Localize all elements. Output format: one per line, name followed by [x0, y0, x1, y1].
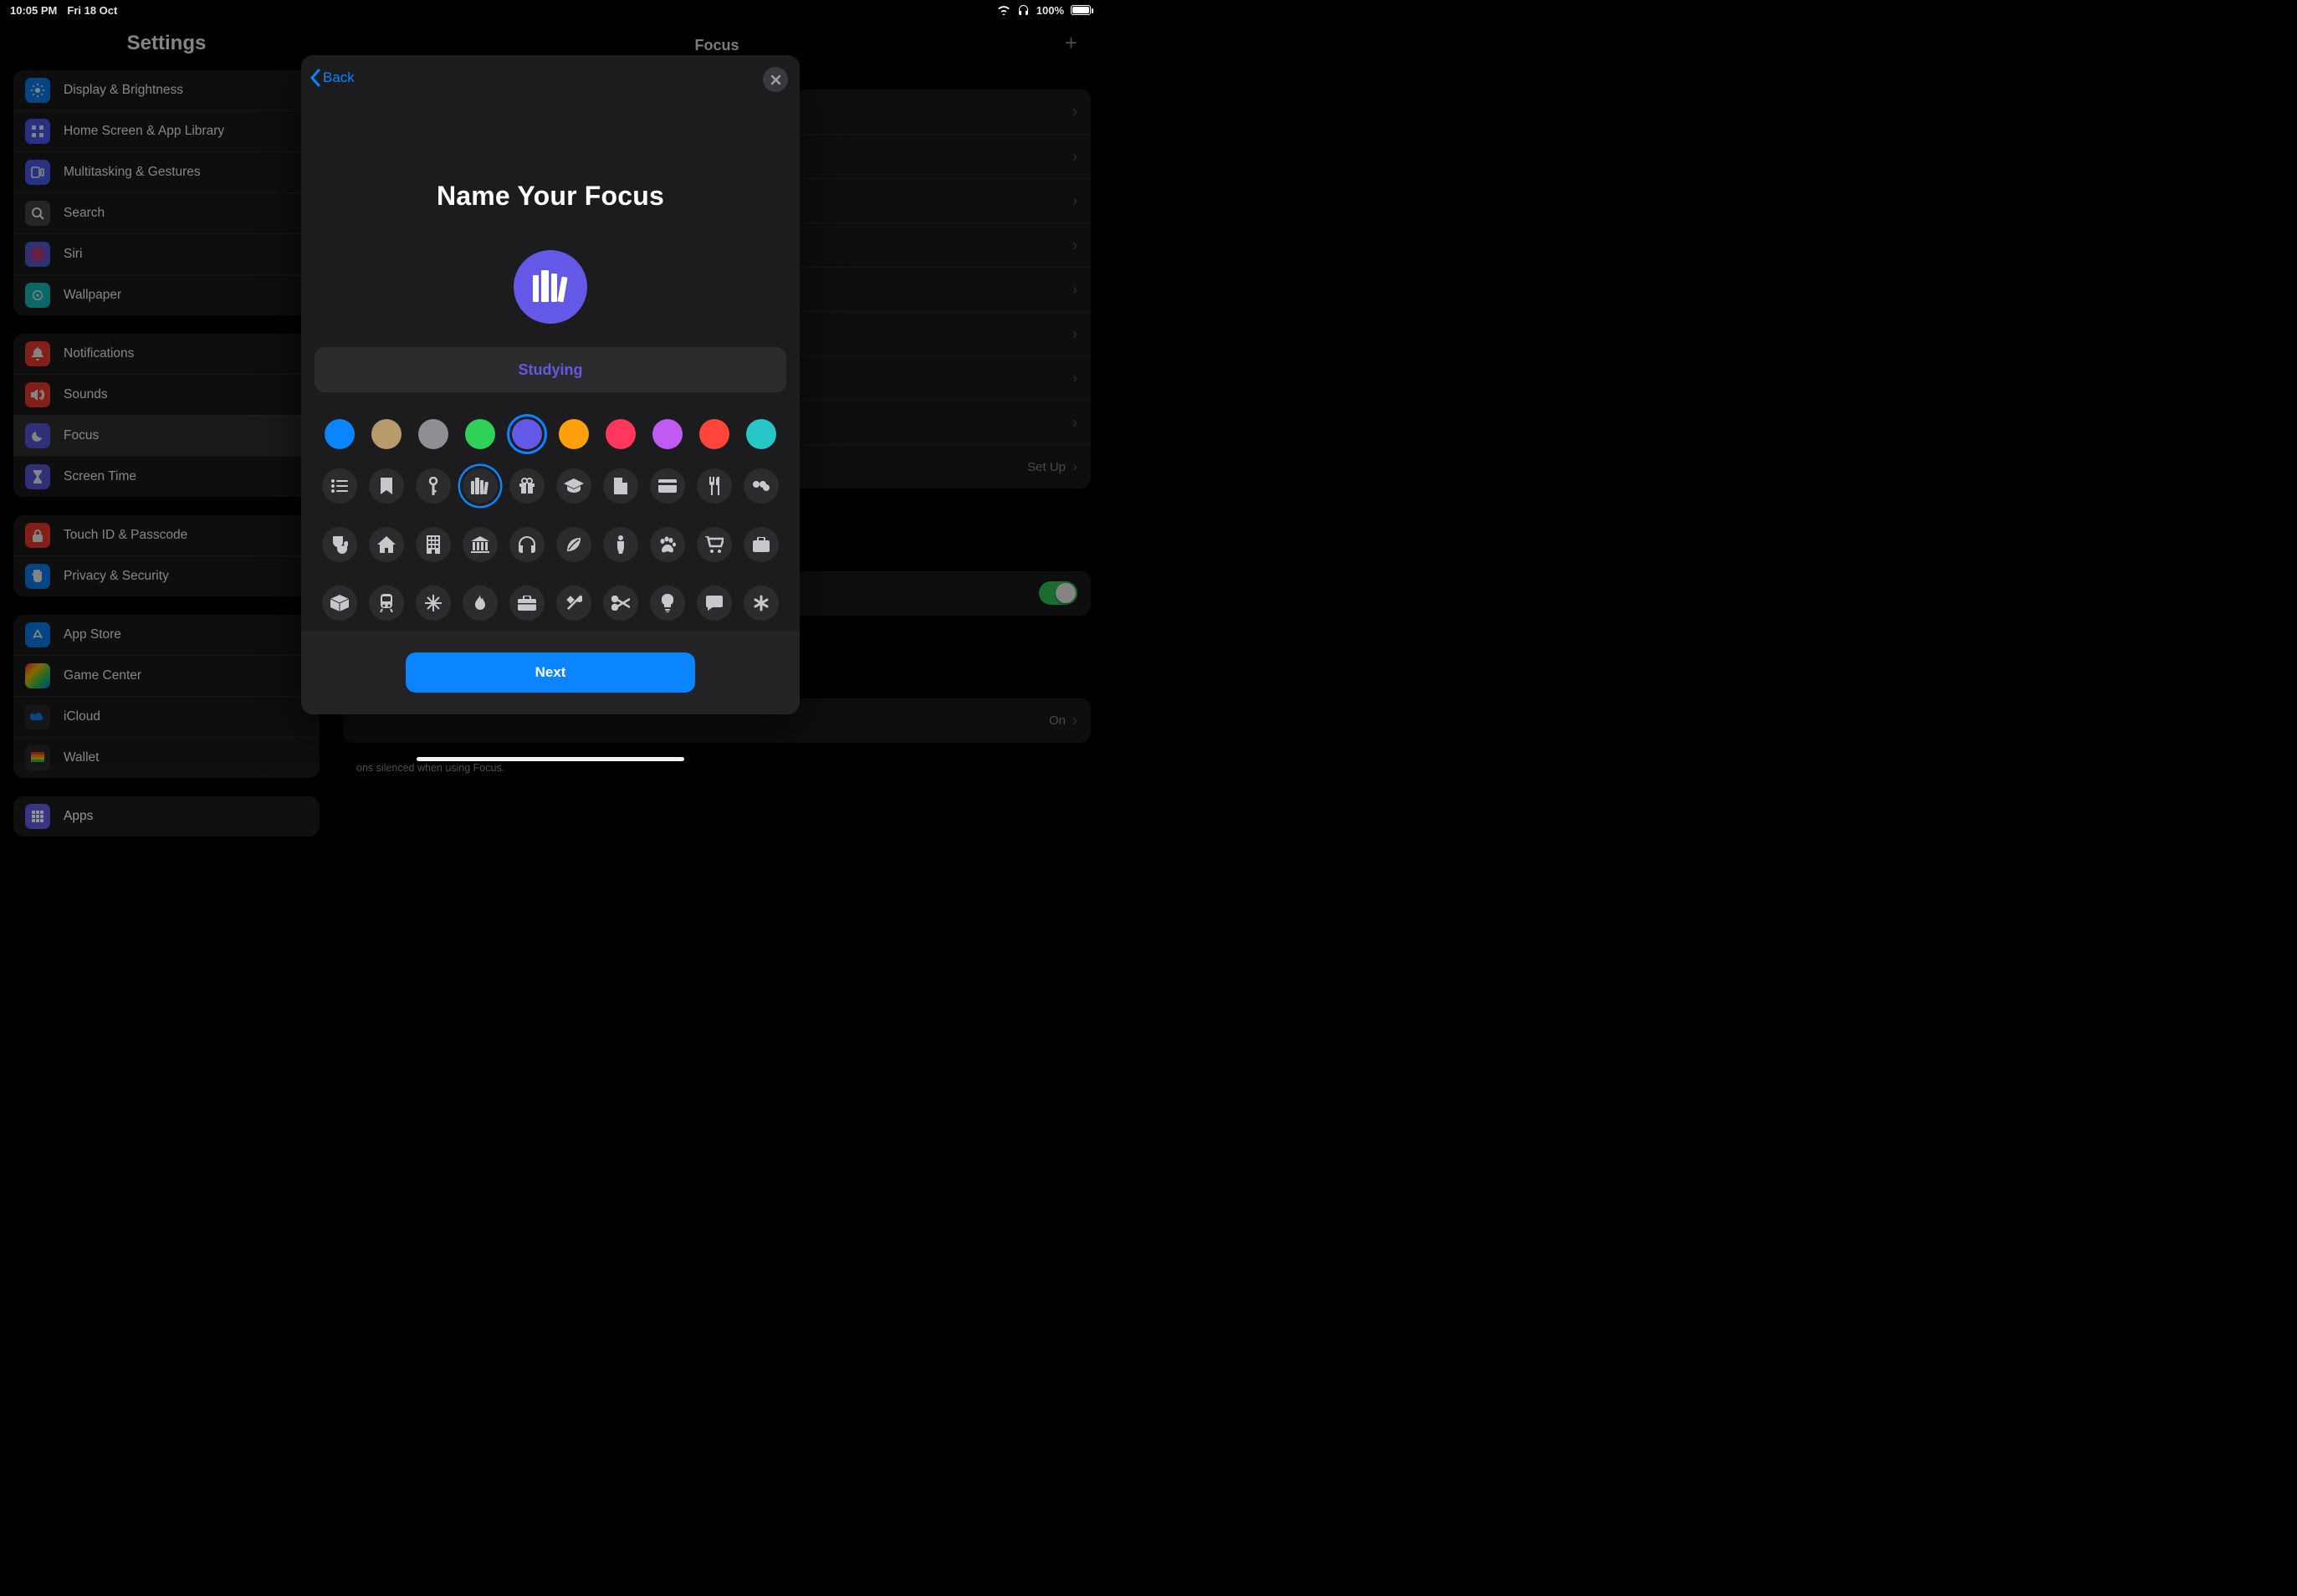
credit-card-icon-option[interactable]	[650, 468, 685, 504]
tools-icon-option[interactable]	[556, 586, 591, 621]
books-icon	[531, 269, 570, 305]
person-icon-option[interactable]	[603, 527, 638, 562]
color-swatch[interactable]	[746, 419, 776, 449]
stethoscope-icon-option[interactable]	[322, 527, 357, 562]
chevron-left-icon	[310, 69, 321, 87]
focus-preview-circle	[514, 250, 587, 324]
sidebar-section-apps-root: Apps	[13, 796, 320, 836]
controller-icon-option[interactable]	[744, 468, 779, 504]
building-icon-option[interactable]	[416, 527, 451, 562]
box-icon-option[interactable]	[322, 586, 357, 621]
color-swatch[interactable]	[418, 419, 448, 449]
museum-icon-option[interactable]	[463, 527, 498, 562]
leaf-icon-option[interactable]	[556, 527, 591, 562]
apps-icon	[25, 804, 50, 829]
status-bar: 10:05 PM Fri 18 Oct 100%	[0, 0, 1101, 20]
color-swatch[interactable]	[465, 419, 495, 449]
train-icon-option[interactable]	[369, 586, 404, 621]
next-button[interactable]: Next	[406, 652, 695, 693]
utensils-icon-option[interactable]	[697, 468, 732, 504]
status-time: 10:05 PM	[10, 4, 57, 17]
focus-name-input[interactable]	[315, 347, 786, 392]
color-swatch[interactable]	[325, 419, 355, 449]
document-icon-option[interactable]	[603, 468, 638, 504]
sidebar-item-apps[interactable]: Apps	[13, 796, 320, 836]
color-swatch[interactable]	[606, 419, 636, 449]
battery-icon	[1071, 5, 1091, 15]
wifi-icon	[997, 5, 1010, 15]
sidebar-item-label: Apps	[64, 809, 93, 824]
status-date: Fri 18 Oct	[67, 4, 117, 17]
close-icon	[770, 74, 781, 85]
list-icon-option[interactable]	[322, 468, 357, 504]
back-button[interactable]: Back	[301, 69, 355, 87]
name-focus-modal: Back Name Your Focus Next	[301, 55, 800, 714]
paw-icon-option[interactable]	[650, 527, 685, 562]
graduation-icon-option[interactable]	[556, 468, 591, 504]
color-picker	[315, 412, 786, 456]
asterisk-icon-option[interactable]	[744, 586, 779, 621]
gift-icon-option[interactable]	[509, 468, 545, 504]
bookmark-icon-option[interactable]	[369, 468, 404, 504]
headphones-icon-option[interactable]	[509, 527, 545, 562]
scissors-icon-option[interactable]	[603, 586, 638, 621]
briefcase-icon-option[interactable]	[509, 586, 545, 621]
icon-picker	[315, 464, 786, 625]
close-button[interactable]	[763, 67, 788, 92]
headphones-icon	[1017, 4, 1030, 16]
modal-title: Name Your Focus	[315, 181, 786, 212]
flame-icon-option[interactable]	[463, 586, 498, 621]
house-icon-option[interactable]	[369, 527, 404, 562]
briefcase-alt-icon-option[interactable]	[744, 527, 779, 562]
color-swatch[interactable]	[371, 419, 402, 449]
snowflake-icon-option[interactable]	[416, 586, 451, 621]
color-swatch[interactable]	[512, 419, 542, 449]
battery-percent: 100%	[1036, 4, 1064, 17]
books-icon-option[interactable]	[463, 468, 498, 504]
color-swatch[interactable]	[559, 419, 589, 449]
back-label: Back	[323, 69, 355, 86]
lightbulb-icon-option[interactable]	[650, 586, 685, 621]
key-icon-option[interactable]	[416, 468, 451, 504]
cart-icon-option[interactable]	[697, 527, 732, 562]
home-indicator[interactable]	[417, 757, 684, 761]
chat-icon-option[interactable]	[697, 586, 732, 621]
color-swatch[interactable]	[652, 419, 683, 449]
color-swatch[interactable]	[699, 419, 729, 449]
